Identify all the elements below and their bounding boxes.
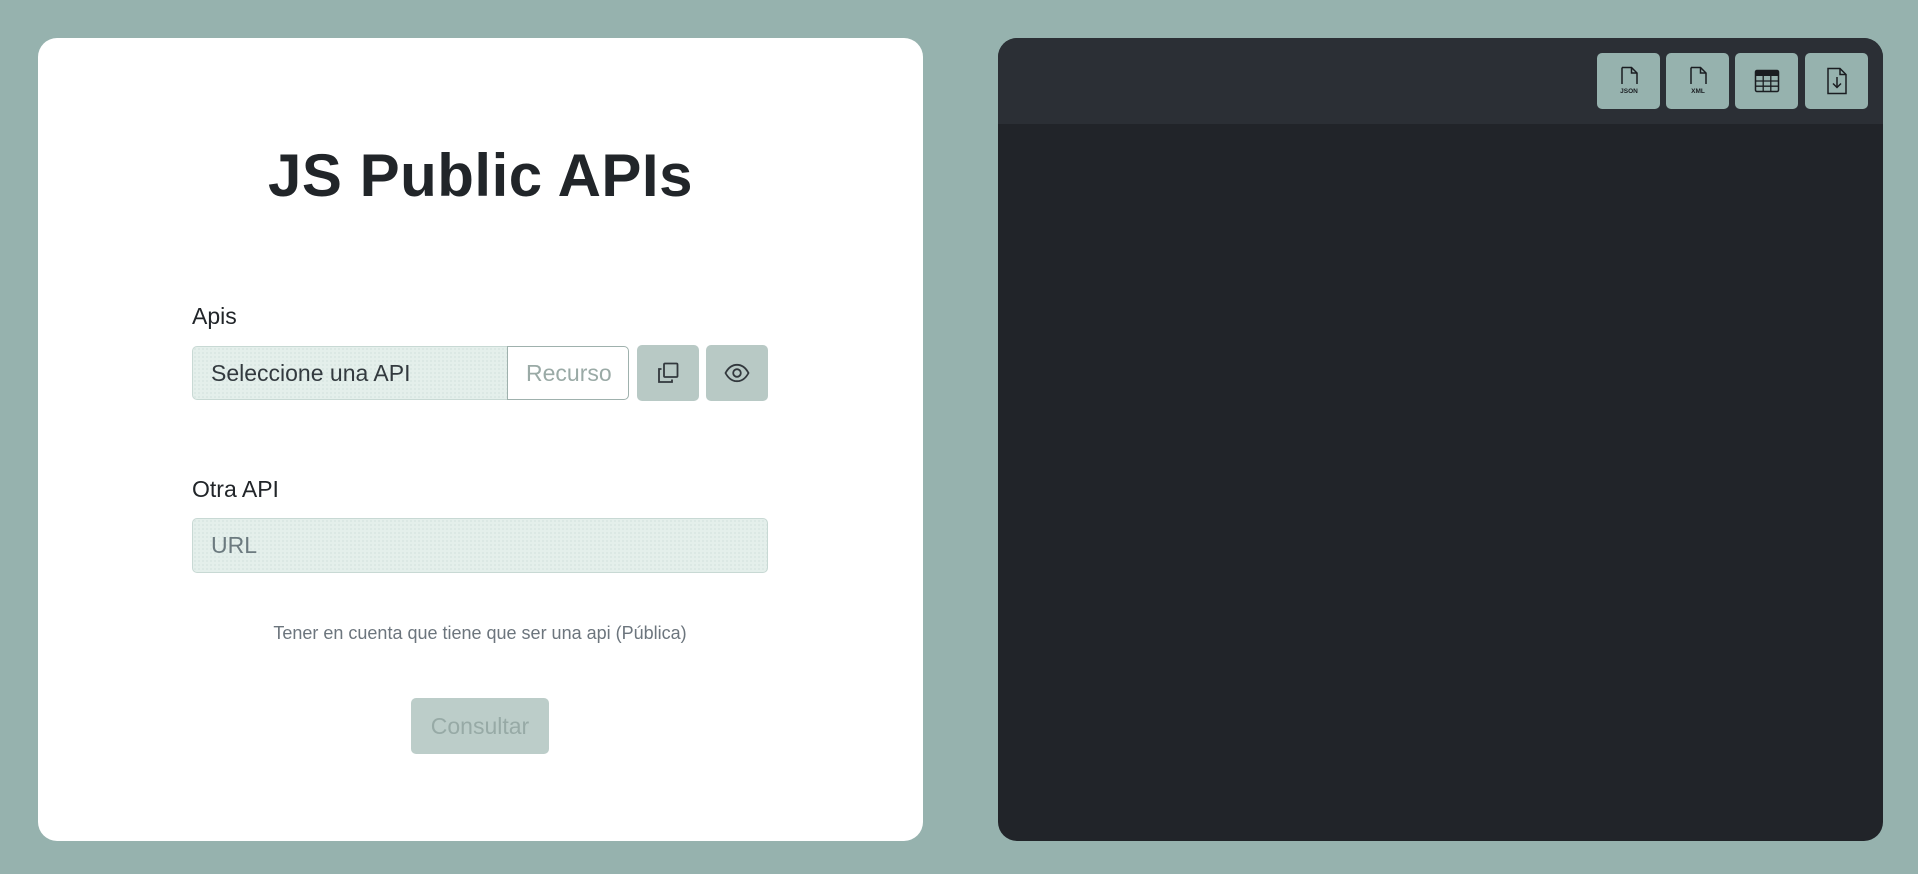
url-input[interactable]: URL — [192, 518, 768, 573]
output-area — [998, 124, 1883, 841]
xml-file-icon: XML — [1685, 66, 1711, 96]
table-icon — [1754, 69, 1780, 93]
preview-button[interactable] — [706, 345, 768, 401]
output-panel: JSON XML — [998, 38, 1883, 841]
output-toolbar: JSON XML — [998, 38, 1883, 124]
url-hint: Tener en cuenta que tiene que ser una ap… — [273, 623, 687, 643]
xml-icon-text: XML — [1691, 88, 1705, 95]
eye-icon — [724, 363, 750, 383]
json-file-icon: JSON — [1616, 66, 1642, 96]
resource-input[interactable]: Recurso — [507, 346, 629, 400]
query-card: JS Public APIs Apis Seleccione una API R… — [38, 38, 923, 841]
copy-icon — [656, 361, 680, 385]
table-view-button[interactable] — [1735, 53, 1798, 109]
copy-button[interactable] — [637, 345, 699, 401]
consultar-button[interactable]: Consultar — [411, 698, 549, 754]
json-icon-text: JSON — [1620, 88, 1638, 95]
file-download-icon — [1826, 67, 1848, 95]
xml-view-button[interactable]: XML — [1666, 53, 1729, 109]
apis-label: Apis — [192, 303, 237, 329]
json-view-button[interactable]: JSON — [1597, 53, 1660, 109]
download-button[interactable] — [1805, 53, 1868, 109]
page-title: JS Public APIs — [268, 142, 693, 209]
api-select[interactable]: Seleccione una API — [192, 346, 508, 400]
other-api-label: Otra API — [192, 476, 279, 502]
